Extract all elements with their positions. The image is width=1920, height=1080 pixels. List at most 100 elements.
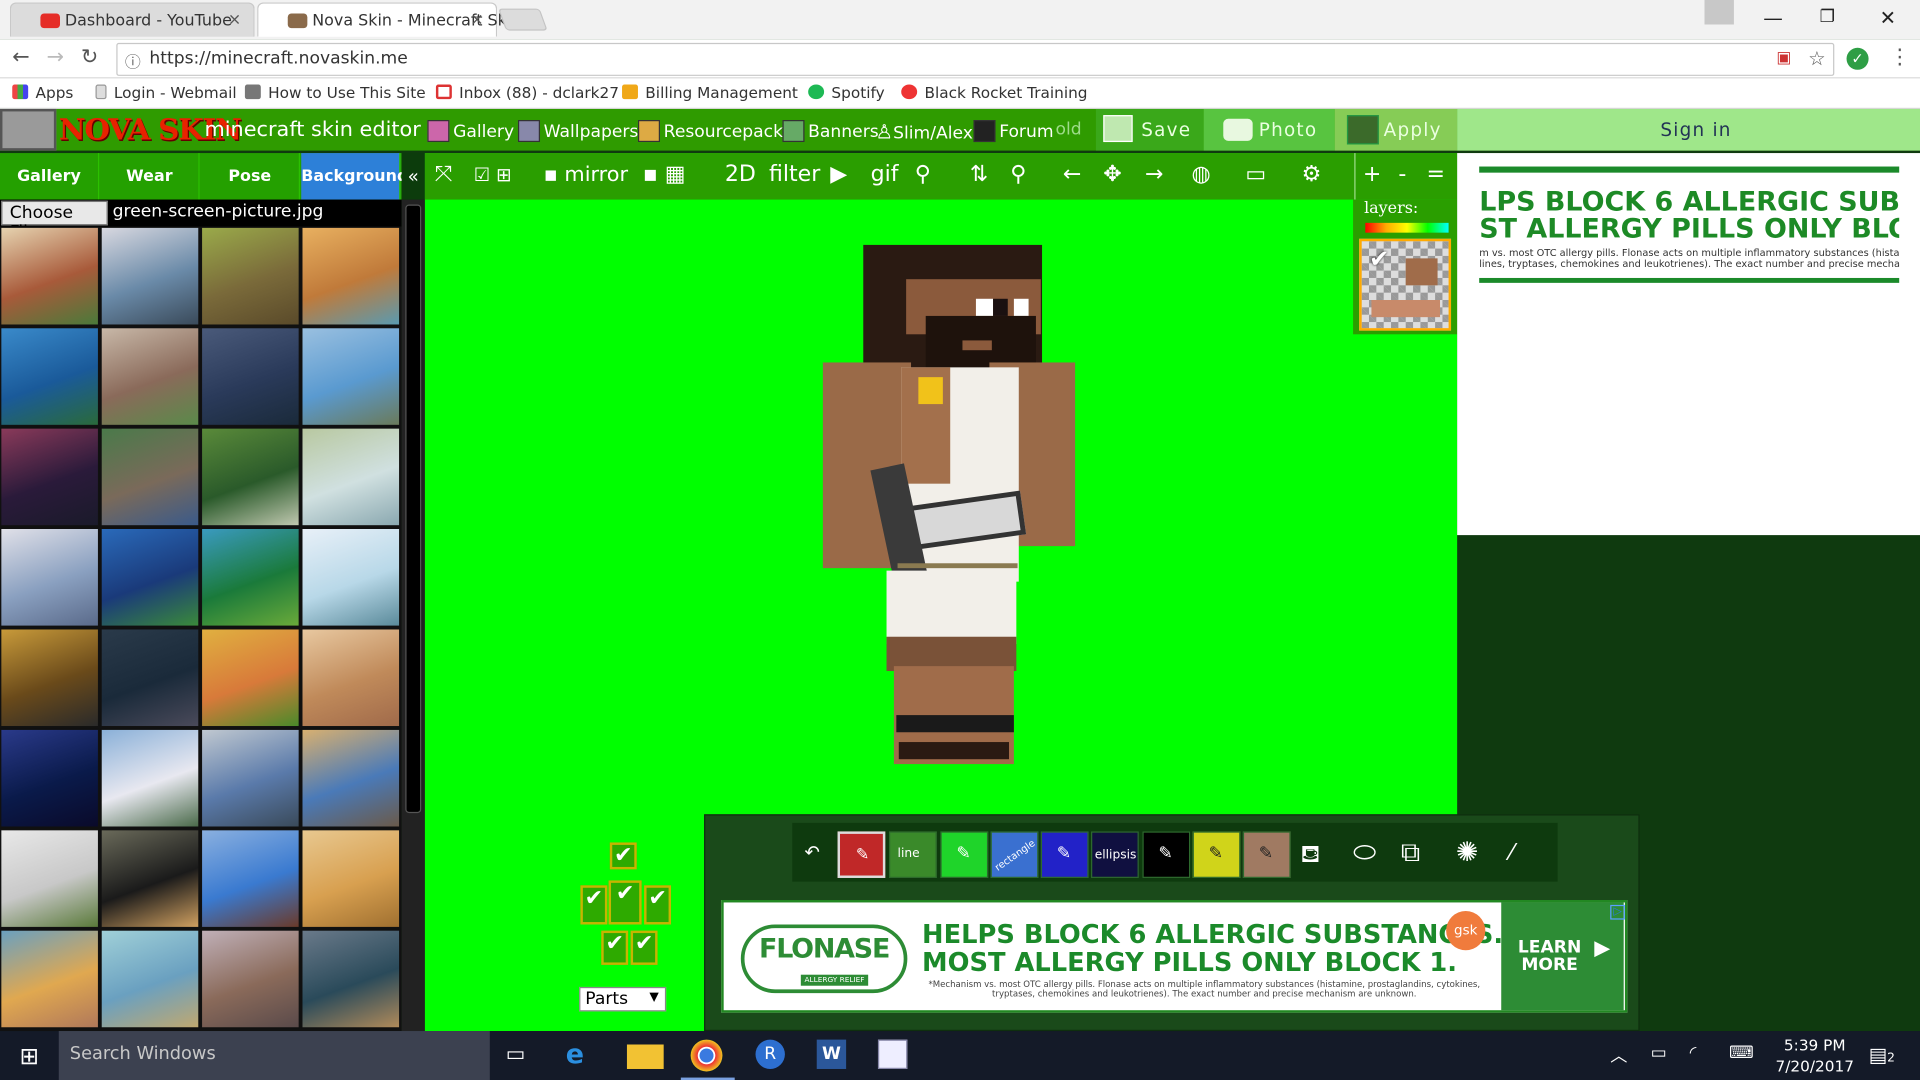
bookmark-apps[interactable]: Apps xyxy=(12,83,73,102)
ellipse-tool[interactable]: ellipsis xyxy=(1091,831,1139,878)
background-thumbnail[interactable] xyxy=(301,226,401,326)
site-settings-icon[interactable]: ▣ xyxy=(1776,49,1791,67)
layer-color-bar[interactable] xyxy=(1365,222,1449,233)
background-thumbnail[interactable] xyxy=(100,226,200,326)
background-thumbnail[interactable] xyxy=(200,427,301,527)
eraser-tool[interactable]: ⬭ xyxy=(1343,831,1391,878)
bookmark-black-rocket[interactable]: Black Rocket Training xyxy=(901,83,1088,102)
r-app-icon[interactable]: R xyxy=(755,1039,785,1069)
sign-in-button[interactable]: Sign in xyxy=(1457,108,1920,151)
photo-button[interactable]: Photo xyxy=(1203,108,1335,151)
file-explorer-icon[interactable] xyxy=(626,1044,664,1069)
background-thumbnail[interactable] xyxy=(0,326,100,427)
background-thumbnail[interactable] xyxy=(200,226,301,326)
select-tool[interactable]: ⧉ xyxy=(1393,831,1441,878)
background-thumbnail[interactable] xyxy=(100,628,200,728)
background-thumbnail[interactable] xyxy=(0,527,100,627)
info-icon[interactable]: ⓘ xyxy=(125,49,141,72)
pencil-tool[interactable]: ✎ xyxy=(837,831,886,878)
mode-2d-button[interactable]: 2D xyxy=(725,162,756,188)
forward-icon[interactable]: → xyxy=(47,45,64,69)
task-view-icon[interactable]: ▭ xyxy=(506,1040,543,1072)
rectangle-tool[interactable]: rectangle xyxy=(990,831,1039,878)
tab-wear[interactable]: Wear xyxy=(100,153,200,200)
background-thumbnail[interactable] xyxy=(100,728,200,828)
background-thumbnail[interactable] xyxy=(200,628,301,728)
paint-bucket-tool[interactable]: ⛾ xyxy=(1293,831,1341,878)
keyboard-icon[interactable]: ⌨ xyxy=(1729,1043,1754,1063)
bookmark-spotify[interactable]: Spotify xyxy=(808,83,885,102)
nova-skin-logo[interactable] xyxy=(0,108,57,151)
palette-tool[interactable]: ✺ xyxy=(1446,831,1494,878)
right-leg-part-toggle[interactable]: ✔ xyxy=(601,930,629,965)
collapse-panel-button[interactable]: « xyxy=(401,153,425,200)
mirror-toggle[interactable]: ▪ mirror xyxy=(544,163,628,187)
background-thumbnail[interactable] xyxy=(0,628,100,728)
menu-icon[interactable]: ⋮ xyxy=(1889,45,1910,69)
background-thumbnail[interactable] xyxy=(301,427,401,527)
wifi-icon[interactable]: ◜ xyxy=(1690,1043,1697,1063)
eyedropper-tool[interactable]: ⁄ xyxy=(1495,831,1543,878)
background-thumbnail[interactable] xyxy=(100,929,200,1029)
nav-wallpapers[interactable]: Wallpapers xyxy=(517,120,638,143)
clock[interactable]: 5:39 PM 7/20/2017 xyxy=(1776,1035,1854,1077)
background-thumbnail[interactable] xyxy=(0,427,100,527)
background-thumbnail[interactable] xyxy=(0,929,100,1029)
zoom-icon[interactable]: ⚲ xyxy=(915,162,931,188)
background-thumbnail[interactable] xyxy=(0,828,100,929)
edge-icon[interactable]: e xyxy=(566,1040,603,1072)
add-button[interactable]: + xyxy=(1363,162,1381,188)
undo-icon[interactable]: ↶ xyxy=(795,831,843,878)
background-thumbnail[interactable] xyxy=(301,326,401,427)
save-button[interactable]: Save xyxy=(1095,108,1204,151)
apply-button[interactable]: Apply xyxy=(1334,108,1458,151)
arrow-left-icon[interactable]: ← xyxy=(1063,162,1081,188)
background-thumbnail[interactable] xyxy=(301,828,401,929)
app-icon[interactable] xyxy=(877,1039,908,1069)
background-thumbnail[interactable] xyxy=(200,326,301,427)
background-thumbnail[interactable] xyxy=(301,728,401,828)
move-icon[interactable]: ✥ xyxy=(1103,162,1121,188)
new-tab-button[interactable] xyxy=(498,8,548,31)
layer-thumbnail[interactable]: ✔ xyxy=(1359,238,1452,331)
tab-youtube[interactable]: Dashboard - YouTube × xyxy=(9,2,255,37)
nav-forum[interactable]: Forum xyxy=(973,120,1054,143)
nav-resourcepacks[interactable]: Resourcepacks xyxy=(637,120,792,143)
windows-start-icon[interactable]: ⊞ xyxy=(20,1043,39,1070)
background-thumbnail[interactable] xyxy=(0,226,100,326)
extension-check-icon[interactable]: ✓ xyxy=(1846,47,1869,70)
flonase-ad[interactable]: FLONASE ALLERGY RELIEF HELPS BLOCK 6 ALL… xyxy=(721,900,1628,1013)
texture-toggle[interactable]: ▪ ▦ xyxy=(643,162,686,188)
parts-dropdown[interactable]: Parts ▼ xyxy=(579,986,667,1012)
nav-gallery[interactable]: Gallery xyxy=(427,120,514,143)
bookmark-star-icon[interactable]: ☆ xyxy=(1808,47,1826,70)
tab-nova-skin[interactable]: Nova Skin - Minecraft Sk × xyxy=(257,2,507,37)
settings-icon[interactable]: ⚙ xyxy=(1302,162,1322,188)
profile-icon[interactable] xyxy=(1704,0,1734,25)
close-icon[interactable]: × xyxy=(228,11,241,29)
bookmark-billing[interactable]: Billing Management xyxy=(622,83,798,102)
choose-file-button[interactable]: Choose File xyxy=(1,200,108,242)
search-windows-field[interactable]: Search Windows xyxy=(58,1031,490,1080)
battery-icon[interactable]: ▭ xyxy=(1651,1043,1667,1063)
swap-icon[interactable]: ⇅ xyxy=(970,162,988,188)
background-thumbnail[interactable] xyxy=(0,728,100,828)
nav-old[interactable]: old xyxy=(1056,120,1082,140)
background-thumbnail[interactable] xyxy=(100,427,200,527)
globe-icon[interactable]: ◍ xyxy=(1191,162,1210,188)
background-thumbnail[interactable] xyxy=(200,527,301,627)
bookmark-webmail[interactable]: Login - Webmail xyxy=(95,83,237,102)
torso-part-toggle[interactable]: ✔ xyxy=(608,880,642,925)
background-thumbnail[interactable] xyxy=(100,326,200,427)
bookmark-inbox[interactable]: Inbox (88) - dclark27 xyxy=(435,83,619,102)
background-thumbnail[interactable] xyxy=(100,527,200,627)
line-tool[interactable]: line xyxy=(888,831,937,878)
back-icon[interactable]: ← xyxy=(12,45,29,69)
window-close-icon[interactable]: ✕ xyxy=(1880,6,1896,29)
gif-button[interactable]: gif xyxy=(871,162,899,188)
word-icon[interactable]: W xyxy=(816,1039,847,1069)
arrow-right-icon[interactable]: → xyxy=(1145,162,1163,188)
chrome-icon[interactable] xyxy=(690,1039,723,1072)
tilt-icon[interactable]: ▭ xyxy=(1245,162,1266,188)
minimize-icon[interactable]: — xyxy=(1763,6,1783,29)
